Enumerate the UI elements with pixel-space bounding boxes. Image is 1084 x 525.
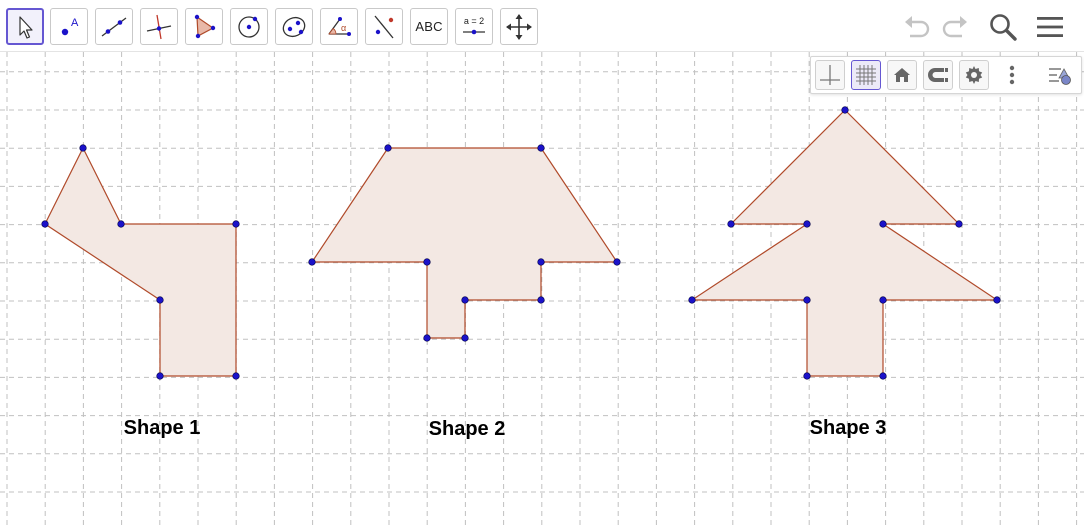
vertex-point[interactable] [993, 296, 1001, 304]
vertex-point[interactable] [461, 334, 469, 342]
vertex-point[interactable] [232, 220, 240, 228]
style-bar-icon [1049, 68, 1071, 85]
axes-toggle-button[interactable] [815, 60, 845, 90]
svg-text:α: α [341, 23, 346, 33]
redo-icon [942, 15, 967, 37]
ellipse-tool-button[interactable] [275, 8, 313, 45]
angle-tool-button[interactable]: α [320, 8, 358, 45]
gear-icon [965, 66, 983, 84]
vertical-dots-icon [1009, 65, 1015, 85]
vertex-point[interactable] [879, 372, 887, 380]
shape-1-polygon[interactable] [44, 146, 237, 377]
vertex-point[interactable] [841, 106, 849, 114]
reflect-icon [374, 15, 394, 38]
arrow-cursor-icon [19, 15, 33, 39]
vertex-point[interactable] [803, 220, 811, 228]
menu-button[interactable] [1031, 8, 1069, 45]
vertex-point[interactable] [232, 372, 240, 380]
circle-tool-button[interactable] [230, 8, 268, 45]
graphics-settings-button[interactable] [959, 60, 989, 90]
shape-3-polygon[interactable] [690, 109, 999, 377]
vertex-point[interactable] [537, 258, 545, 266]
vertex-point[interactable] [423, 334, 431, 342]
shape-2-label: Shape 2 [428, 418, 506, 440]
toggle-style-bar-button[interactable] [1045, 60, 1075, 90]
perpendicular-tool-button[interactable] [140, 8, 178, 45]
vertex-point[interactable] [79, 144, 87, 152]
graphics-view[interactable] [0, 52, 1084, 525]
vertex-point[interactable] [613, 258, 621, 266]
shape-2-polygon[interactable] [310, 147, 619, 339]
magnet-capture-icon [928, 68, 948, 82]
point-icon: A [61, 17, 79, 35]
vertex-point[interactable] [423, 258, 431, 266]
line-tool-button[interactable] [95, 8, 133, 45]
angle-icon: α [328, 16, 351, 36]
move-tool-button[interactable] [6, 8, 44, 45]
undo-icon [905, 15, 930, 37]
vertex-point[interactable] [117, 220, 125, 228]
vertex-point[interactable] [803, 372, 811, 380]
vertex-point[interactable] [537, 144, 545, 152]
reflect-tool-button[interactable] [365, 8, 403, 45]
search-icon [990, 13, 1017, 41]
vertex-point[interactable] [156, 296, 164, 304]
redo-button[interactable] [936, 8, 974, 45]
svg-text:A: A [71, 17, 79, 29]
vertex-point[interactable] [461, 296, 469, 304]
text-icon: ABC [415, 19, 443, 34]
vertex-point[interactable] [803, 296, 811, 304]
polygon-tool-button[interactable] [185, 8, 223, 45]
grid-toggle-button[interactable] [851, 60, 881, 90]
vertex-point[interactable] [308, 258, 316, 266]
vertex-point[interactable] [727, 220, 735, 228]
ellipse-icon [282, 16, 306, 37]
vertex-point[interactable] [688, 296, 696, 304]
graphics-style-bar [810, 56, 1082, 94]
main-toolbar: A α ABC a = 2 [0, 0, 1084, 52]
shape-1-label: Shape 1 [123, 417, 201, 439]
slider-icon: a = 2 [463, 16, 485, 34]
vertex-point[interactable] [156, 372, 164, 380]
line-icon [101, 16, 127, 37]
vertex-point[interactable] [41, 220, 49, 228]
polygon-icon [194, 14, 216, 38]
svg-text:a = 2: a = 2 [464, 16, 484, 26]
vertex-point[interactable] [879, 220, 887, 228]
point-tool-button[interactable]: A [50, 8, 88, 45]
slider-tool-button[interactable]: a = 2 [455, 8, 493, 45]
shape-3-label: Shape 3 [809, 417, 887, 439]
more-options-button[interactable] [997, 60, 1027, 90]
undo-button[interactable] [898, 8, 936, 45]
graphics-canvas[interactable] [0, 52, 1084, 525]
vertex-point[interactable] [879, 296, 887, 304]
circle-center-icon [238, 15, 260, 38]
search-button[interactable] [984, 8, 1022, 45]
move-graphics-icon [506, 13, 532, 40]
perpendicular-line-icon [146, 14, 172, 39]
text-tool-button[interactable]: ABC [410, 8, 448, 45]
home-icon [894, 68, 910, 82]
axes-icon [820, 65, 840, 85]
grid-icon [856, 65, 876, 85]
vertex-point[interactable] [537, 296, 545, 304]
move-view-tool-button[interactable] [500, 8, 538, 45]
hamburger-menu-icon [1037, 16, 1063, 37]
vertex-point[interactable] [955, 220, 963, 228]
standard-view-button[interactable] [887, 60, 917, 90]
vertex-point[interactable] [384, 144, 392, 152]
point-capturing-button[interactable] [923, 60, 953, 90]
